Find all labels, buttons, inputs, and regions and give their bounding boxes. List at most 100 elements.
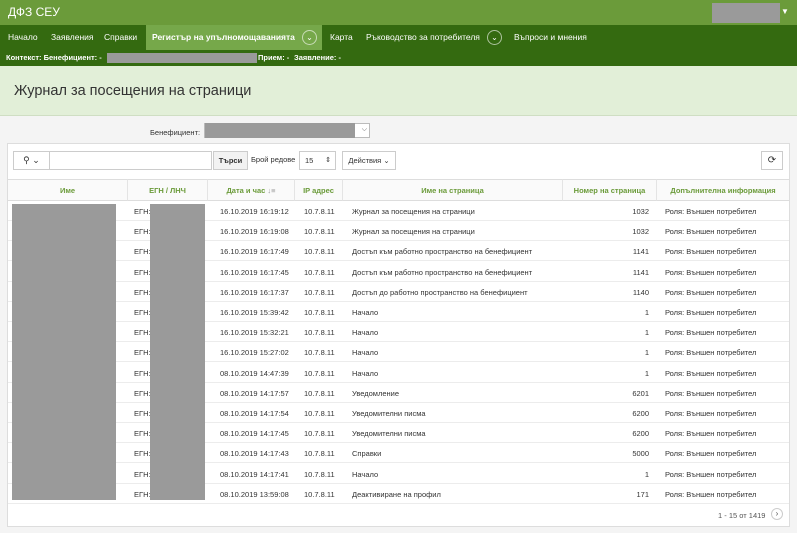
- page-number-cell: 1032: [632, 227, 649, 237]
- page-name-cell: Начало: [352, 328, 379, 338]
- info-cell: Роля: Външен потребител: [665, 409, 757, 418]
- date-cell: 16.10.2019 15:27:02: [220, 348, 289, 358]
- nav-item-applications[interactable]: Заявления: [51, 25, 94, 50]
- nav-item-map[interactable]: Карта: [330, 25, 353, 50]
- table-row: ЕГН: 16.10.2019 16:19:12 10.7.8.11 Журнал з…: [8, 201, 789, 221]
- main-nav: Начало Заявления Справки Регистър на упъ…: [0, 25, 797, 50]
- column-header-page-name[interactable]: Име на страница: [343, 179, 563, 201]
- egn-cell: ЕГН:: [134, 469, 151, 479]
- page-name-cell: Деактивиране на профил: [352, 489, 441, 499]
- ip-cell: 10.7.8.11: [304, 469, 335, 479]
- date-cell: 08.10.2019 14:17:54: [220, 409, 289, 418]
- date-cell: 16.10.2019 16:17:37: [220, 287, 289, 297]
- table-row: ЕГН: 08.10.2019 14:17:43 10.7.8.11 Справки 5…: [8, 443, 789, 464]
- ip-cell: 10.7.8.11: [304, 348, 335, 358]
- ip-cell: 10.7.8.11: [304, 287, 335, 297]
- egn-cell: ЕГН:: [134, 328, 151, 338]
- next-page-button[interactable]: ›: [771, 508, 783, 520]
- chevron-down-icon: ⌵: [361, 126, 367, 133]
- rows-per-page-select[interactable]: 15 ⇕: [299, 151, 336, 170]
- info-cell: Роля: Външен потребител: [665, 308, 757, 317]
- column-header-page-number[interactable]: Номер на страница: [563, 179, 657, 201]
- ip-cell: 10.7.8.11: [304, 368, 335, 378]
- table-row: ЕГН: 08.10.2019 13:59:08 10.7.8.11 Деактиви…: [8, 484, 789, 504]
- search-icon: ⚲: [23, 155, 30, 165]
- page-name-cell: Достъп до работно пространство на бенефи…: [352, 287, 528, 297]
- report-region: ⚲ ⌄ Търси Брой редове 15 ⇕ Действия ⌄ ⟳ …: [7, 143, 790, 527]
- egn-cell: ЕГН:: [134, 308, 151, 317]
- info-cell: Роля: Външен потребител: [665, 429, 757, 439]
- chevron-down-icon[interactable]: ⌄: [302, 30, 317, 45]
- ip-cell: 10.7.8.11: [304, 489, 335, 499]
- caret-down-icon[interactable]: ▼: [781, 7, 789, 16]
- ip-cell: 10.7.8.11: [304, 308, 335, 317]
- date-cell: 08.10.2019 13:59:08: [220, 489, 289, 499]
- info-cell: Роля: Външен потребител: [665, 227, 757, 237]
- nav-item-home[interactable]: Начало: [8, 25, 38, 50]
- user-menu[interactable]: [712, 3, 780, 23]
- page-name-cell: Уведомителни писма: [352, 409, 426, 418]
- search-column-button[interactable]: ⚲ ⌄: [13, 151, 50, 170]
- ip-cell: 10.7.8.11: [304, 207, 335, 216]
- column-header-egn[interactable]: ЕГН / ЛНЧ: [128, 179, 208, 201]
- page-number-cell: 171: [636, 489, 649, 499]
- info-cell: Роля: Външен потребител: [665, 328, 757, 338]
- date-cell: 16.10.2019 16:19:12: [220, 207, 289, 216]
- date-cell: 16.10.2019 16:19:08: [220, 227, 289, 237]
- nav-item-user-guide[interactable]: Ръководство за потребителя: [366, 25, 480, 50]
- table-row: ЕГН: 16.10.2019 15:39:42 10.7.8.11 Начало 1 Р…: [8, 302, 789, 322]
- column-header-datetime[interactable]: Дата и час ↓≡: [208, 179, 295, 201]
- context-bar: Контекст: Бенефициент: - Прием: - Заявле…: [0, 50, 797, 66]
- column-header-name[interactable]: Име: [8, 179, 128, 201]
- search-input[interactable]: [49, 151, 212, 170]
- info-cell: Роля: Външен потребител: [665, 267, 757, 277]
- ip-cell: 10.7.8.11: [304, 247, 335, 257]
- table-row: ЕГН: 16.10.2019 16:17:49 10.7.8.11 Достъп к…: [8, 241, 789, 262]
- table-row: ЕГН: 16.10.2019 15:27:02 10.7.8.11 Начало 1 Р…: [8, 342, 789, 363]
- egn-cell: ЕГН:: [134, 207, 151, 216]
- table-row: ЕГН: 16.10.2019 16:17:45 10.7.8.11 Достъп к…: [8, 262, 789, 282]
- info-cell: Роля: Външен потребител: [665, 489, 757, 499]
- egn-cell: ЕГН:: [134, 489, 151, 499]
- ip-cell: 10.7.8.11: [304, 449, 335, 459]
- page-number-cell: 1: [644, 328, 649, 338]
- egn-cell: ЕГН:: [134, 409, 151, 418]
- table-row: ЕГН: 16.10.2019 15:32:21 10.7.8.11 Начало 1 Р…: [8, 322, 789, 343]
- egn-cell: ЕГН:: [134, 348, 151, 358]
- nav-item-authorizations-register[interactable]: Регистър на упълномощаванията: [146, 25, 322, 50]
- ip-cell: 10.7.8.11: [304, 328, 335, 338]
- beneficiary-select[interactable]: ⌵: [204, 123, 370, 138]
- page-name-cell: Уведомление: [352, 388, 400, 398]
- ip-cell: 10.7.8.11: [304, 429, 335, 439]
- page-number-cell: 6200: [632, 409, 649, 418]
- refresh-button[interactable]: ⟳: [761, 151, 783, 170]
- chevron-down-icon[interactable]: ⌄: [487, 30, 502, 45]
- page-number-cell: 1: [644, 368, 649, 378]
- date-cell: 08.10.2019 14:17:43: [220, 449, 289, 459]
- column-header-ip[interactable]: IP адрес: [295, 179, 343, 201]
- date-cell: 16.10.2019 15:39:42: [220, 308, 289, 317]
- info-cell: Роля: Външен потребител: [665, 348, 757, 358]
- nav-item-label: Регистър на упълномощаванията: [152, 32, 295, 42]
- actions-menu-button[interactable]: Действия ⌄: [342, 151, 396, 170]
- search-button[interactable]: Търси: [213, 151, 248, 170]
- egn-cell: ЕГН:: [134, 449, 151, 459]
- page-name-cell: Начало: [352, 308, 379, 317]
- pagination-info: 1 - 15 от 1419: [718, 511, 766, 520]
- table-row: ЕГН: 08.10.2019 14:17:54 10.7.8.11 Уведомит…: [8, 403, 789, 423]
- nav-item-reports[interactable]: Справки: [104, 25, 137, 50]
- redacted-names: [12, 204, 116, 500]
- table-row: ЕГН: 08.10.2019 14:17:45 10.7.8.11 Уведомит…: [8, 423, 789, 444]
- egn-cell: ЕГН:: [134, 368, 151, 378]
- actions-label: Действия: [348, 156, 382, 165]
- column-header-additional-info[interactable]: Допълнителна информация: [657, 179, 789, 201]
- nav-item-questions[interactable]: Въпроси и мнения: [514, 25, 587, 50]
- page-name-cell: Журнал за посещения на страници: [352, 227, 475, 237]
- page-number-cell: 1: [644, 348, 649, 358]
- table-row: ЕГН: 08.10.2019 14:47:39 10.7.8.11 Начало 1 Р…: [8, 363, 789, 383]
- egn-cell: ЕГН:: [134, 227, 151, 237]
- beneficiary-filter-label: Бенефициент:: [150, 128, 201, 137]
- table-row: ЕГН: 16.10.2019 16:19:08 10.7.8.11 Журнал з…: [8, 221, 789, 242]
- page-name-cell: Начало: [352, 348, 379, 358]
- date-cell: 08.10.2019 14:17:41: [220, 469, 289, 479]
